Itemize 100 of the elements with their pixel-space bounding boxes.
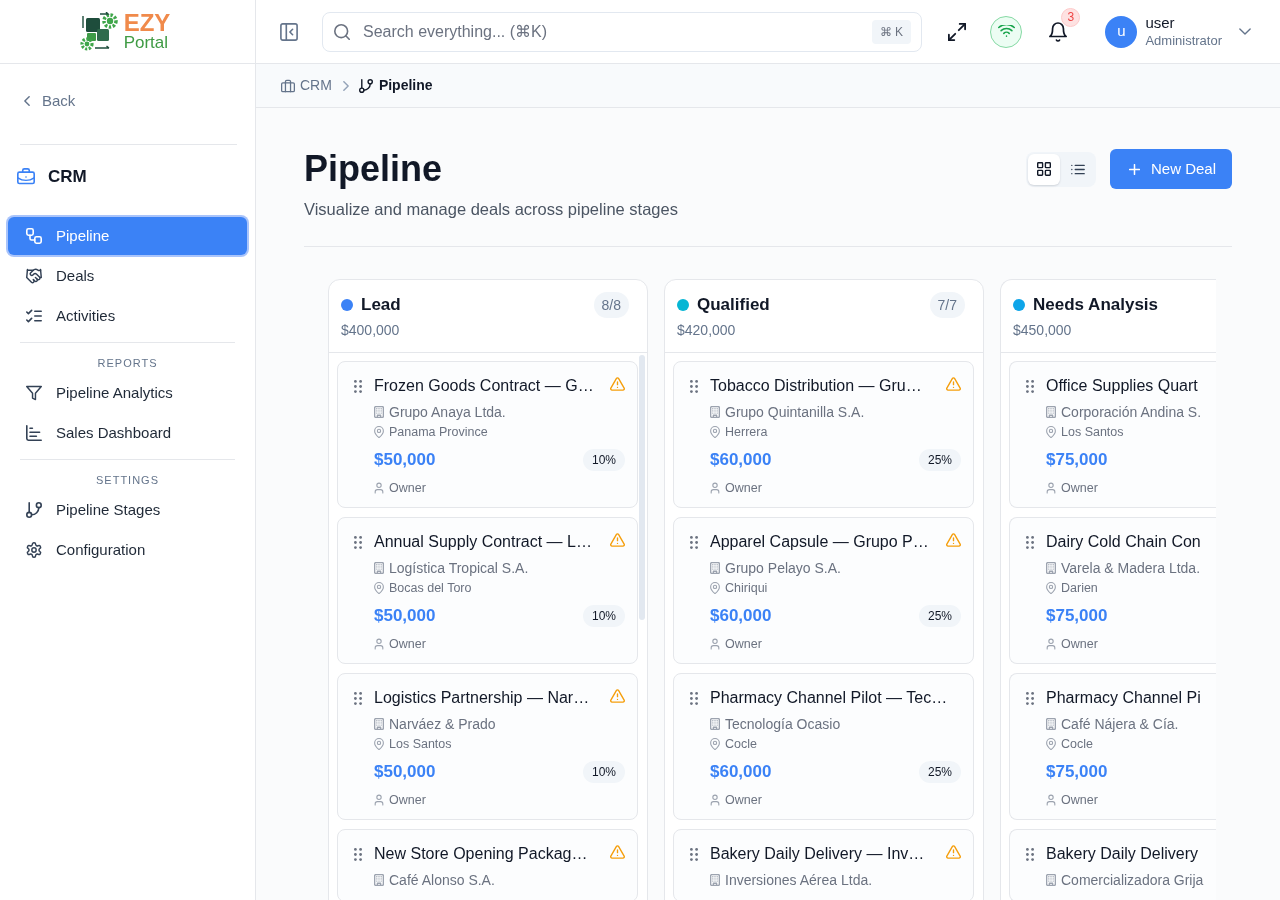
connection-status-icon[interactable]: [990, 15, 1023, 48]
expand-icon[interactable]: [948, 22, 967, 41]
funnel-icon: [26, 385, 42, 401]
drag-handle-icon[interactable]: [690, 380, 698, 393]
sidebar-toggle-icon[interactable]: [280, 22, 298, 41]
deal-amount: $50,000: [374, 605, 436, 627]
company-name: Café Nájera & Cía.: [1061, 715, 1179, 734]
section-heading: REPORTS: [96, 356, 159, 371]
map-pin-icon: [710, 738, 720, 750]
sidebar-nav-item[interactable]: Pipeline Analytics: [8, 374, 247, 412]
probability-badge: 10%: [582, 761, 625, 783]
deal-title: New Store Opening Packag…: [374, 844, 588, 864]
location-name: Chiriqui: [725, 580, 768, 597]
deal-amount: $60,000: [710, 605, 772, 627]
search-icon: [334, 23, 350, 40]
sidebar-nav-item[interactable]: Pipeline: [8, 217, 247, 255]
user-role: Administrator: [1145, 32, 1222, 49]
sidebar-nav-item[interactable]: Sales Dashboard: [8, 414, 247, 452]
drag-handle-icon[interactable]: [690, 536, 698, 549]
drag-handle-icon[interactable]: [354, 692, 362, 705]
user-icon: [374, 482, 384, 494]
deal-title: Apparel Capsule — Grupo P…: [710, 532, 929, 552]
sidebar-nav-item[interactable]: Activities: [8, 297, 247, 335]
owner-name: Owner: [1061, 636, 1098, 653]
drag-handle-icon[interactable]: [1026, 692, 1034, 705]
module-title: CRM: [48, 166, 87, 189]
deal-card[interactable]: Tobacco Distribution — Gru… Grupo Quintanilla S.A. Herrera $60,000 25% Owner: [673, 361, 974, 508]
deal-card[interactable]: Pharmacy Channel Pi Café Nájera & Cía. Cocle $75,000 Owner: [1009, 673, 1216, 820]
map-pin-icon: [1046, 582, 1056, 594]
drag-handle-icon[interactable]: [354, 536, 362, 549]
building-icon: [710, 406, 720, 418]
deal-title: Pharmacy Channel Pilot — Tec…: [710, 688, 948, 708]
location-name: Cocle: [725, 736, 757, 753]
deal-card[interactable]: New Store Opening Packag… Café Alonso S.A.: [337, 829, 638, 900]
user-icon: [1046, 482, 1056, 494]
location-name: Herrera: [725, 424, 768, 441]
grid-view-button[interactable]: [1027, 153, 1060, 185]
drag-handle-icon[interactable]: [1026, 380, 1034, 393]
page-subtitle: Visualize and manage deals across pipeline stages: [304, 199, 678, 220]
brand-tagline: Portal: [123, 32, 170, 52]
map-pin-icon: [374, 582, 384, 594]
new-deal-button[interactable]: New Deal: [1109, 149, 1232, 189]
company-name: Varela & Madera Ltda.: [1061, 559, 1201, 578]
deal-title: Tobacco Distribution — Gru…: [710, 376, 922, 396]
stage-name: Needs Analysis: [1033, 294, 1159, 316]
map-pin-icon: [710, 582, 720, 594]
user-avatar: u: [1105, 15, 1138, 48]
company-name: Café Alonso S.A.: [389, 871, 495, 890]
drag-handle-icon[interactable]: [1026, 536, 1034, 549]
probability-badge: 25%: [918, 605, 961, 627]
deal-amount: $60,000: [710, 761, 772, 783]
location-name: Panama Province: [389, 424, 488, 441]
grid-icon: [1036, 162, 1051, 176]
handshake-icon: [26, 268, 42, 284]
stage-name: Lead: [361, 294, 401, 316]
breadcrumb-link[interactable]: CRM: [281, 75, 332, 96]
company-name: Grupo Quintanilla S.A.: [725, 403, 865, 422]
deal-amount: $50,000: [374, 449, 436, 471]
sidebar-nav-item[interactable]: Deals: [8, 257, 247, 295]
drag-handle-icon[interactable]: [354, 848, 362, 861]
building-icon: [1046, 874, 1056, 886]
sidebar-nav-item[interactable]: Configuration: [8, 531, 247, 569]
user-icon: [374, 638, 384, 650]
deal-title: Logistics Partnership — Nar…: [374, 688, 590, 708]
building-icon: [710, 718, 720, 730]
user-icon: [710, 638, 720, 650]
building-icon: [710, 874, 720, 886]
scrollbar[interactable]: [639, 355, 645, 620]
building-icon: [374, 718, 384, 730]
company-name: Tecnología Ocasio: [725, 715, 841, 734]
deal-card[interactable]: Bakery Daily Delivery — Inv… Inversiones Aérea Ltda.: [673, 829, 974, 900]
owner-name: Owner: [1061, 480, 1098, 497]
building-icon: [710, 562, 720, 574]
deal-title: Frozen Goods Contract — G…: [374, 376, 594, 396]
sidebar-nav-item[interactable]: Pipeline Stages: [8, 491, 247, 529]
location-name: Darien: [1061, 580, 1098, 597]
drag-handle-icon[interactable]: [690, 848, 698, 861]
location-name: Los Santos: [1061, 424, 1124, 441]
company-name: Corporación Andina S.: [1061, 403, 1202, 422]
branch-icon: [26, 502, 42, 518]
section-heading: SETTINGS: [95, 473, 160, 488]
deal-card[interactable]: Pharmacy Channel Pilot — Tec… Tecnología Ocasio Cocle $60,000 25% Owner: [673, 673, 974, 820]
deal-card[interactable]: Logistics Partnership — Nar… Narváez & Prado Los Santos $50,000 10% Owner: [337, 673, 638, 820]
deal-card[interactable]: Frozen Goods Contract — G… Grupo Anaya Ltda. Panama Province $50,000 10% Owner: [337, 361, 638, 508]
drag-handle-icon[interactable]: [1026, 848, 1034, 861]
deal-card[interactable]: Dairy Cold Chain Con Varela & Madera Ltda. Darien $75,000 Owner: [1009, 517, 1216, 664]
deal-card[interactable]: Apparel Capsule — Grupo P… Grupo Pelayo S.A. Chiriqui $60,000 25% Owner: [673, 517, 974, 664]
deal-count-badge: 7/7: [929, 292, 965, 318]
deal-card[interactable]: Office Supplies Quart Corporación Andina S. Los Santos $75,000 Owner: [1009, 361, 1216, 508]
drag-handle-icon[interactable]: [354, 380, 362, 393]
drag-handle-icon[interactable]: [690, 692, 698, 705]
stage-name: Qualified: [697, 294, 770, 316]
deal-card[interactable]: Bakery Daily Delivery Comercializadora Grija: [1009, 829, 1216, 900]
user-menu-button[interactable]: u user Administrator: [1105, 14, 1251, 49]
deal-card[interactable]: Annual Supply Contract — L… Logística Tropical S.A. Bocas del Toro $50,000 10% Owner: [337, 517, 638, 664]
deal-title: Office Supplies Quart: [1046, 376, 1198, 396]
probability-badge: 25%: [918, 761, 961, 783]
breadcrumb-current: Pipeline: [358, 75, 433, 96]
back-link[interactable]: Back: [8, 83, 88, 119]
notification-bell-icon[interactable]: [1049, 21, 1068, 42]
